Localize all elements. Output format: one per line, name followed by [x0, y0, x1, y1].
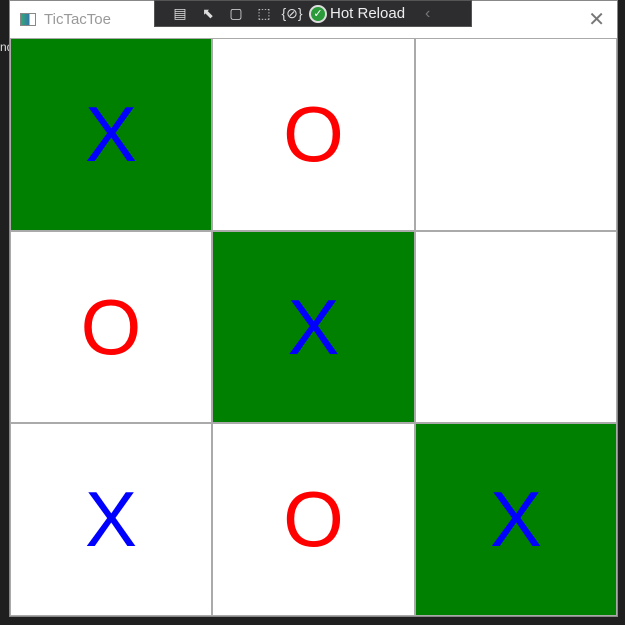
app-window: TicTacToe ✕ XOOXXOX: [9, 0, 618, 617]
select-element-icon[interactable]: ⬉: [197, 4, 219, 24]
board-cell[interactable]: X: [10, 423, 212, 616]
board-cell[interactable]: X: [10, 38, 212, 231]
board-cell[interactable]: O: [212, 38, 415, 231]
check-icon: ✓: [309, 4, 327, 23]
board-cell[interactable]: [415, 231, 617, 423]
board-cell[interactable]: X: [415, 423, 617, 616]
track-focus-icon[interactable]: ⬚: [253, 4, 275, 24]
board-cell[interactable]: X: [212, 231, 415, 423]
game-board: XOOXXOX: [10, 38, 617, 616]
board-cell[interactable]: O: [10, 231, 212, 423]
window-title: TicTacToe: [44, 11, 111, 28]
live-visual-tree-icon[interactable]: ▤: [169, 4, 191, 24]
board-cell[interactable]: O: [212, 423, 415, 616]
hot-reload-button[interactable]: ✓ Hot Reload: [309, 4, 406, 23]
collapse-chevron-icon[interactable]: ‹: [425, 5, 430, 23]
binding-failures-icon[interactable]: {⊘}: [281, 4, 303, 24]
close-button[interactable]: ✕: [588, 7, 605, 32]
board-cell[interactable]: [415, 38, 617, 231]
xaml-debug-toolbar: ▤ ⬉ ▢ ⬚ {⊘} ✓ Hot Reload ‹: [154, 0, 472, 27]
app-icon: [20, 13, 36, 26]
hot-reload-label: Hot Reload: [330, 5, 406, 22]
display-layout-adorners-icon[interactable]: ▢: [225, 4, 247, 24]
